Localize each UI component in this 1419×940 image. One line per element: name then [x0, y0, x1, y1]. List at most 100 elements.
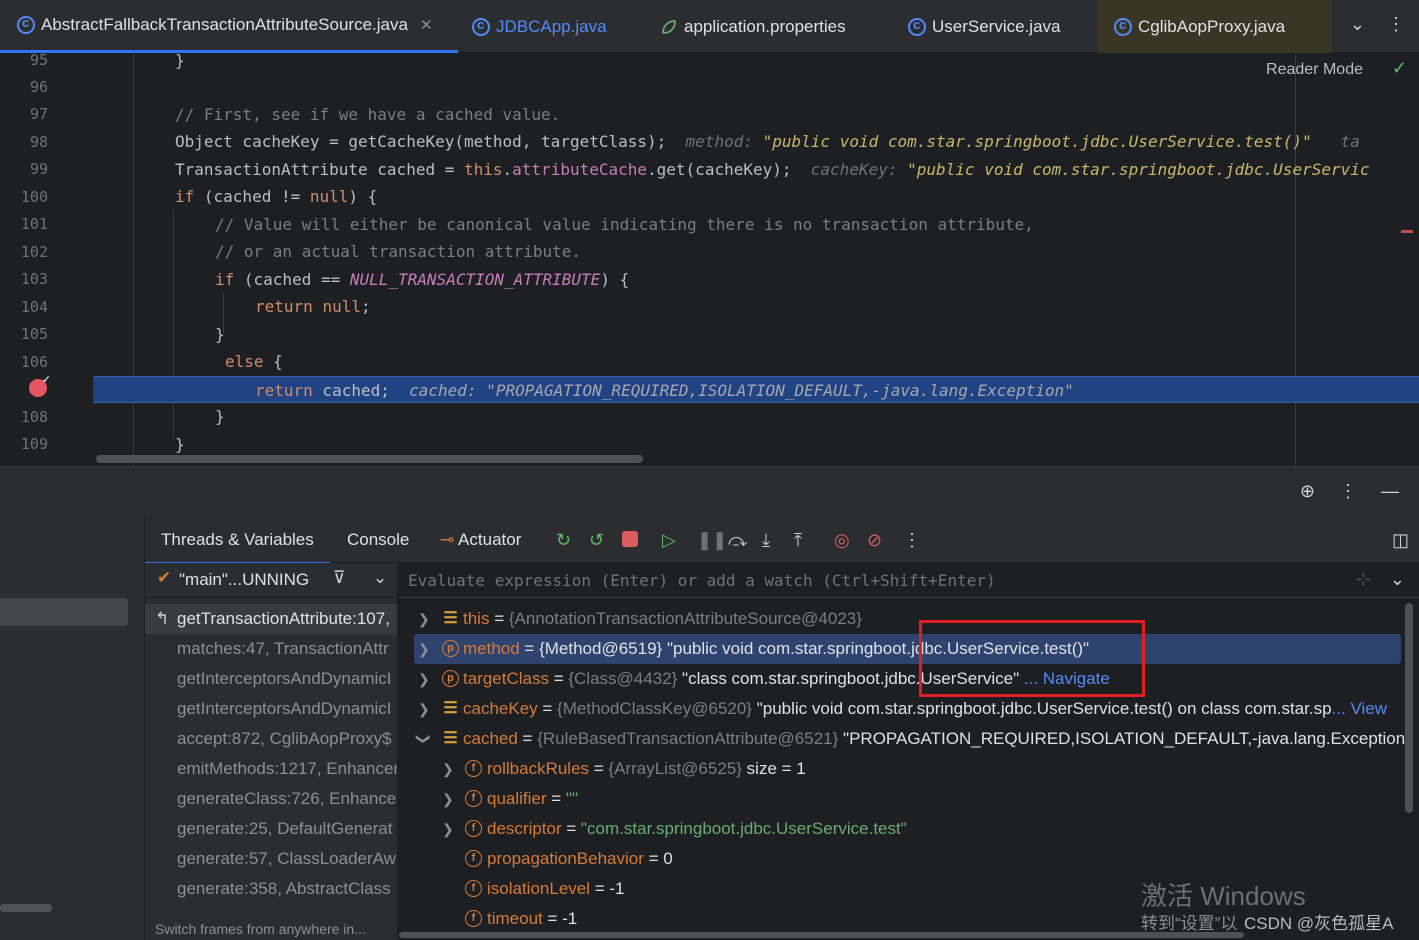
stack-frame[interactable]: matches:47, TransactionAttr	[145, 634, 397, 664]
tab-threads-variables[interactable]: Threads & Variables	[145, 530, 330, 565]
variable-row[interactable]: ❯ ☰ this = {AnnotationTransactionAttribu…	[398, 604, 1419, 634]
tab-application-properties[interactable]: application.properties	[660, 0, 890, 53]
more-vertical-icon[interactable]: ⋮	[1387, 14, 1405, 35]
tab-userservice[interactable]: UserService.java	[908, 0, 1088, 53]
evaluate-expression-input[interactable]: Evaluate expression (Enter) or add a wat…	[398, 563, 1419, 598]
line-number: 99	[29, 160, 48, 178]
error-stripe-marker[interactable]	[1401, 230, 1413, 233]
crosshair-icon[interactable]: ⊕	[1300, 481, 1315, 502]
variable-row[interactable]: ❯ ☰ cached = {RuleBasedTransactionAttrib…	[398, 724, 1419, 754]
line-number: 104	[20, 298, 48, 316]
expand-arrow-icon[interactable]: ❯	[418, 604, 430, 634]
class-icon	[17, 15, 35, 34]
mute-breakpoints-icon[interactable]: ⊘	[867, 530, 882, 551]
thread-selector[interactable]: ✔ "main"...UNNING ⊽ ⌄	[145, 563, 397, 598]
variable-row[interactable]: ❯ ☰ cacheKey = {MethodClassKey@6520} "pu…	[398, 694, 1419, 724]
return-arrow-icon: ↰	[155, 609, 170, 628]
filter-icon[interactable]: ⊽	[333, 568, 345, 588]
restart-icon[interactable]: ↺	[589, 530, 604, 551]
tab-actuator[interactable]: ⊸ Actuator	[440, 530, 521, 550]
expand-arrow-icon[interactable]: ❯	[418, 634, 430, 664]
variable-row[interactable]: ❯ f rollbackRules = {ArrayList@6525} siz…	[398, 754, 1419, 784]
expand-arrow-icon[interactable]: ❯	[418, 664, 430, 694]
breakpoint-icon[interactable]	[29, 373, 51, 397]
collapse-arrow-icon[interactable]: ❯	[409, 733, 439, 745]
inline-hint-value: "PROPAGATION_REQUIRED,ISOLATION_DEFAULT,…	[486, 381, 1074, 400]
debug-session-selected[interactable]	[0, 598, 128, 626]
tab-abstractfallback[interactable]: AbstractFallbackTransactionAttributeSour…	[0, 0, 458, 53]
variable-row-selected[interactable]: ❯ p method = {Method@6519} "public void …	[414, 634, 1401, 664]
parameter-icon: p	[442, 640, 459, 657]
tab-cglibaopproxy[interactable]: CglibAopProxy.java	[1098, 0, 1332, 53]
editor-tab-bar: AbstractFallbackTransactionAttributeSour…	[0, 0, 1419, 53]
stack-frame[interactable]: getInterceptorsAndDynamicI	[145, 694, 397, 724]
variable-row[interactable]: f propagationBehavior = 0	[398, 844, 1419, 874]
stack-icon: ☰	[443, 700, 458, 717]
field-icon: f	[465, 880, 482, 897]
rerun-icon[interactable]: ↻	[556, 530, 571, 551]
tab-console[interactable]: Console	[347, 530, 409, 550]
inline-hint: cached:	[409, 381, 477, 400]
code-line: }	[215, 325, 225, 344]
frames-footer-hint: Switch frames from anywhere in...	[145, 918, 397, 940]
minimize-icon[interactable]: —	[1381, 481, 1399, 502]
stack-frame[interactable]: ↰ getTransactionAttribute:107,	[145, 604, 397, 634]
code-line: return null;	[255, 297, 371, 316]
parameter-icon: p	[442, 670, 459, 687]
close-icon[interactable]: ✕	[420, 16, 433, 34]
variables-scrollbar[interactable]	[1405, 603, 1413, 813]
stack-frame[interactable]: generate:358, AbstractClass	[145, 874, 397, 904]
code-line: // Value will either be canonical value …	[215, 215, 1034, 234]
expand-arrow-icon[interactable]: ❯	[442, 754, 454, 784]
chevron-down-icon[interactable]: ⌄	[1390, 569, 1405, 590]
stack-frame[interactable]: accept:872, CglibAopProxy$	[145, 724, 397, 754]
code-line: }	[175, 54, 185, 70]
layout-icon[interactable]: ◫	[1392, 530, 1409, 551]
line-number: 98	[29, 133, 48, 151]
gutter[interactable]: 95 96 97 98 99 100 101 102 103 104 105 1…	[0, 54, 93, 466]
debug-sessions-strip	[0, 518, 145, 940]
horizontal-scrollbar[interactable]	[96, 455, 643, 463]
stack-frame[interactable]: generate:57, ClassLoaderAw	[145, 844, 397, 874]
add-watch-icon[interactable]: ⊹	[1356, 569, 1371, 590]
tab-jdbcapp[interactable]: JDBCApp.java	[472, 0, 642, 53]
chevron-down-icon[interactable]: ⌄	[1350, 14, 1365, 35]
pause-icon[interactable]: ❚❚	[697, 530, 727, 551]
code-line: if (cached == NULL_TRANSACTION_ATTRIBUTE…	[215, 270, 630, 289]
stack-icon: ☰	[443, 730, 458, 747]
class-icon	[472, 17, 490, 36]
frames-panel: ✔ "main"...UNNING ⊽ ⌄ ↰ getTransactionAtt…	[145, 563, 398, 940]
inline-hint: cacheKey:	[810, 160, 898, 179]
variable-row[interactable]: ❯ f descriptor = "com.star.springboot.jd…	[398, 814, 1419, 844]
code-editor[interactable]: 95 96 97 98 99 100 101 102 103 104 105 1…	[0, 54, 1419, 466]
stack-frame[interactable]: getInterceptorsAndDynamicI	[145, 664, 397, 694]
check-icon: ✔	[157, 568, 172, 587]
step-out-icon[interactable]: ⤒	[794, 530, 802, 551]
windows-activation-hint: 转到“设置”以	[1141, 914, 1238, 933]
view-link[interactable]: ... View	[1332, 699, 1387, 718]
variable-row[interactable]: ❯ f qualifier = ""	[398, 784, 1419, 814]
stack-frame[interactable]: generateClass:726, Enhance	[145, 784, 397, 814]
stack-frame[interactable]: generate:25, DefaultGenerat	[145, 814, 397, 844]
stop-icon[interactable]	[622, 531, 638, 547]
chevron-down-icon[interactable]: ⌄	[373, 568, 387, 588]
more-vertical-icon[interactable]: ⋮	[1339, 481, 1357, 502]
line-number: 95	[29, 54, 48, 69]
stack-frame[interactable]: emitMethods:1217, Enhancer	[145, 754, 397, 784]
line-number: 108	[20, 408, 48, 426]
line-number: 97	[29, 105, 48, 123]
step-into-icon[interactable]: ⤓	[762, 530, 770, 551]
view-breakpoints-icon[interactable]: ◎	[834, 530, 850, 551]
line-number: 101	[20, 215, 48, 233]
expand-arrow-icon[interactable]: ❯	[442, 814, 454, 844]
resume-icon[interactable]: ▷	[662, 530, 676, 551]
variable-row[interactable]: ❯ p targetClass = {Class@4432} "class co…	[398, 664, 1419, 694]
variables-horizontal-scrollbar[interactable]	[399, 932, 1244, 938]
step-over-icon[interactable]: ⤼	[728, 530, 747, 551]
expand-arrow-icon[interactable]: ❯	[418, 694, 430, 724]
expand-arrow-icon[interactable]: ❯	[442, 784, 454, 814]
more-vertical-icon[interactable]: ⋮	[903, 530, 921, 551]
frames-scrollbar[interactable]	[0, 904, 52, 912]
current-execution-line: return cached; cached: "PROPAGATION_REQU…	[93, 376, 1419, 403]
tab-label: JDBCApp.java	[496, 16, 607, 36]
